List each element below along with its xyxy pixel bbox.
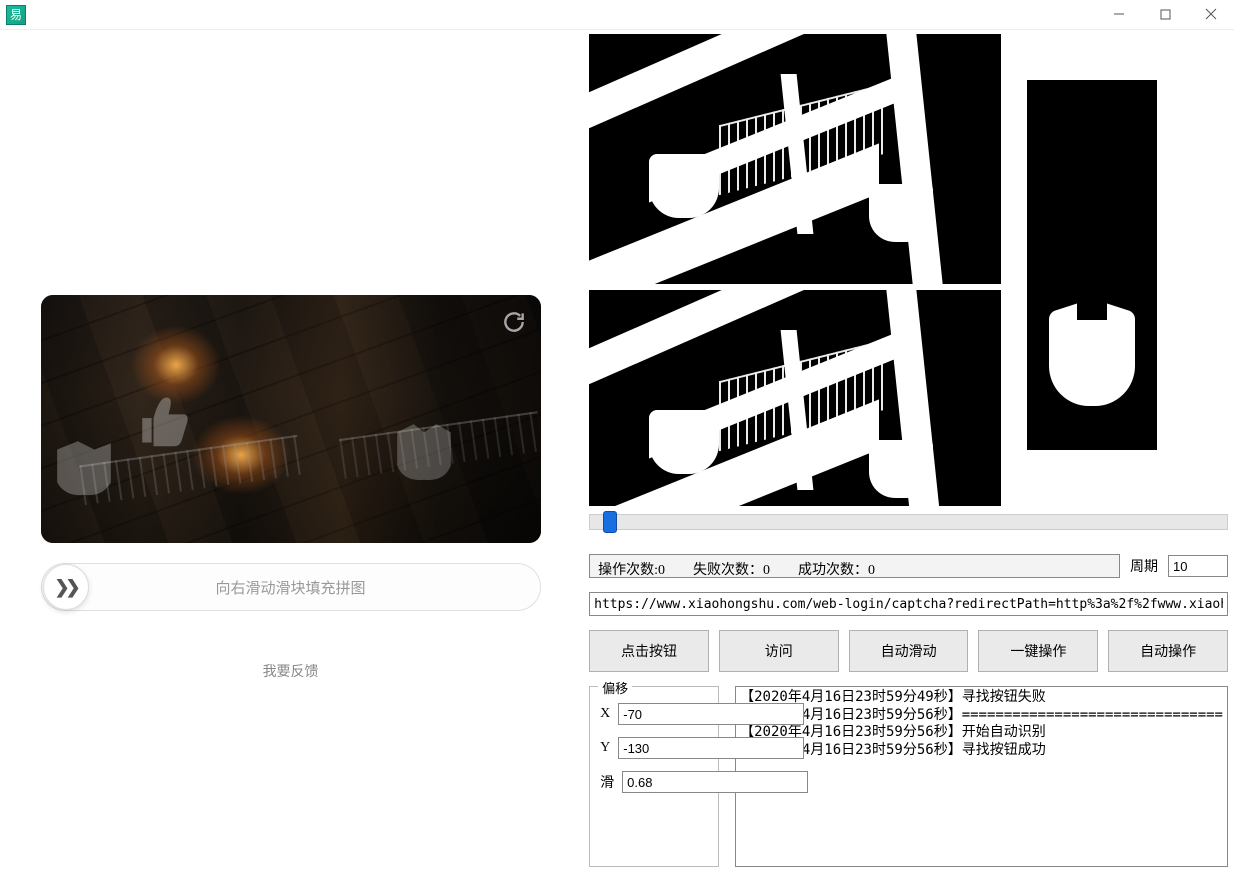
url-input[interactable] — [589, 592, 1228, 616]
puzzle-slot-right — [391, 420, 457, 486]
offset-x-input[interactable] — [618, 703, 804, 725]
offset-legend: 偏移 — [598, 678, 632, 697]
offset-group: 偏移 X Y 滑 — [589, 686, 719, 867]
op-count: 操作次数:0 — [598, 559, 665, 573]
thumb-up-icon — [131, 390, 191, 450]
stats-box: 操作次数:0 失败次数：0 成功次数：0 — [589, 554, 1120, 578]
binary-image-top — [589, 34, 1001, 284]
window-controls — [1096, 0, 1234, 28]
success-count: 成功次数：0 — [798, 559, 875, 573]
offset-y-input[interactable] — [618, 737, 804, 759]
maximize-button[interactable] — [1142, 0, 1188, 28]
template-image — [1027, 80, 1157, 450]
feedback-link[interactable]: 我要反馈 — [41, 661, 541, 681]
visit-button[interactable]: 访问 — [719, 630, 839, 672]
titlebar: 易 — [0, 0, 1234, 30]
slider-hint-text: 向右滑动滑块填充拼图 — [42, 577, 540, 598]
fail-count: 失败次数：0 — [693, 559, 770, 573]
auto-scroll-button[interactable]: 自动滑动 — [849, 630, 969, 672]
captcha-image — [41, 295, 541, 543]
app-icon: 易 — [6, 5, 26, 25]
control-panel: 操作次数:0 失败次数：0 成功次数：0 周期 点击按钮 访问 自动滑动 一键操… — [581, 30, 1234, 873]
captcha-pane: 向右滑动滑块填充拼图 ❯❯ 我要反馈 — [0, 30, 581, 873]
offset-slide-label: 滑 — [600, 772, 614, 792]
click-button[interactable]: 点击按钮 — [589, 630, 709, 672]
period-label: 周期 — [1130, 556, 1158, 576]
close-button[interactable] — [1188, 0, 1234, 28]
captcha-slider-track[interactable]: 向右滑动滑块填充拼图 ❯❯ — [41, 563, 541, 611]
offset-x-label: X — [600, 706, 610, 722]
auto-op-button[interactable]: 自动操作 — [1108, 630, 1228, 672]
refresh-icon[interactable] — [501, 309, 527, 335]
position-slider[interactable] — [589, 514, 1228, 530]
one-key-button[interactable]: 一键操作 — [978, 630, 1098, 672]
offset-y-label: Y — [600, 740, 610, 756]
offset-slide-input[interactable] — [622, 771, 808, 793]
minimize-button[interactable] — [1096, 0, 1142, 28]
log-output[interactable]: 【2020年4月16日23时59分49秒】寻找按钮失败 【2020年4月16日2… — [735, 686, 1228, 867]
puzzle-slot-left — [51, 435, 117, 501]
period-input[interactable] — [1168, 555, 1228, 577]
binary-image-bottom — [589, 290, 1001, 506]
